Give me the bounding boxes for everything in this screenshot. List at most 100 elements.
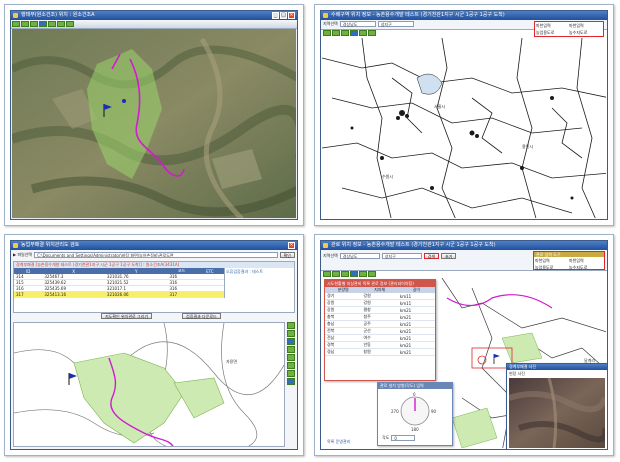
app-icon xyxy=(323,243,328,248)
list-item[interactable]: 전남 여수 km21 xyxy=(325,334,435,342)
list-item[interactable]: 경북 안동 km21 xyxy=(325,341,435,349)
angle-input[interactable]: 0 xyxy=(391,435,416,441)
list-cell: km21 xyxy=(397,327,435,335)
layer-tool-icon[interactable] xyxy=(287,362,295,369)
validation-result-label: 오류검증결과 : 테스트 xyxy=(224,268,294,298)
compass-dial[interactable]: 0 90 180 270 xyxy=(378,389,452,433)
window-title: 행태부(원소건조) 위치 : 원소건조A xyxy=(21,12,95,18)
select-tool-icon[interactable] xyxy=(350,271,358,277)
region-label: 지역선택 xyxy=(323,253,338,258)
province-select[interactable]: 경상남도 xyxy=(339,21,376,27)
legend-check-4[interactable]: 농수지도로 xyxy=(569,265,602,271)
confirm-button[interactable]: 확인 xyxy=(279,252,295,258)
layer-tool-icon[interactable] xyxy=(57,21,65,27)
province-select[interactable]: 경상남도 xyxy=(339,253,380,259)
zoom-out-tool-icon[interactable] xyxy=(287,330,295,337)
table-cell: 317 xyxy=(14,291,43,298)
list-item[interactable]: 경남 창원 km21 xyxy=(325,348,435,356)
select-tool-icon[interactable] xyxy=(350,30,358,36)
legend-check-1[interactable]: 마천입력 xyxy=(535,258,568,264)
flag-marker-icon xyxy=(68,373,77,385)
zoom-in-tool-icon[interactable] xyxy=(287,322,295,329)
list-cell: km21 xyxy=(397,313,435,321)
window-controls: × xyxy=(288,242,295,249)
window-title: 수배구역 위치 정보 - 농촌용수개발 테스트 (경기천관1지구 시군 1공구 … xyxy=(331,12,505,18)
list-cell: 안동 xyxy=(361,341,398,349)
zoom-out-tool-icon[interactable] xyxy=(332,30,340,36)
table-row-selected[interactable]: 317 325413.16 321026.06 317 xyxy=(14,291,224,298)
measure-tool-icon[interactable] xyxy=(359,30,367,36)
layer-check-2[interactable]: 마천입력 xyxy=(569,23,601,29)
minimize-button[interactable]: _ xyxy=(272,12,279,19)
list-item[interactable]: 강원 평창 km21 xyxy=(325,306,435,314)
district-select[interactable]: 성지구 xyxy=(381,253,422,259)
list-item[interactable]: 충북 청주 km21 xyxy=(325,313,435,321)
file-path-input[interactable]: C:\Documents and Settings\Administrator\… xyxy=(34,252,278,258)
pan-tool-icon[interactable] xyxy=(30,21,38,27)
footer-link[interactable]: 목록 운영관리 xyxy=(327,439,350,445)
pan-tool-icon[interactable] xyxy=(341,271,349,277)
layer-check-panel: 마천입력 마천입력 농업용도로 농수지도로 xyxy=(534,21,604,37)
layer-tool-icon[interactable] xyxy=(368,271,376,277)
zoom-in-tool-icon[interactable] xyxy=(12,21,20,27)
satellite-window: 행태부(원소건조) 위치 : 원소건조A _ □ × xyxy=(10,10,298,220)
close-button[interactable]: × xyxy=(288,242,295,249)
layer-check-1[interactable]: 마천입력 xyxy=(536,23,568,29)
map-tool-column xyxy=(287,322,295,385)
table-cell: 317 xyxy=(167,291,196,298)
select-tool-icon[interactable] xyxy=(287,346,295,353)
pan-tool-icon[interactable] xyxy=(287,338,295,345)
layer-tool-icon[interactable] xyxy=(368,30,376,36)
pipeline-map[interactable]: 자용면 xyxy=(13,322,285,447)
zoom-in-tool-icon[interactable] xyxy=(323,271,331,277)
legend-check-3[interactable]: 농업용도로 xyxy=(535,265,568,271)
pipeline-input-window: 관로 위치 정보 - 농촌용수개발 테스트 (경기천관1지구 시군 1공구 1공… xyxy=(320,240,608,450)
zoom-out-tool-icon[interactable] xyxy=(332,271,340,277)
layer-check-3[interactable]: 농업용도로 xyxy=(536,30,568,36)
map-tool-buttons xyxy=(323,30,376,36)
list-item[interactable]: 전북 군산 km21 xyxy=(325,327,435,335)
zoom-out-tool-icon[interactable] xyxy=(21,21,29,27)
flag-marker-icon xyxy=(493,354,500,364)
coordinate-table-panel: 경계부패결 [농촌용수개발 테스트 (경기천관1지구 시군 1공구 1공구 도착… xyxy=(13,261,295,313)
list-cell: km21 xyxy=(397,306,435,314)
list-item[interactable]: 충남 공주 km21 xyxy=(325,320,435,328)
print-tool-icon[interactable] xyxy=(287,370,295,377)
measure-tool-icon[interactable] xyxy=(48,21,56,27)
panel-pipeline-check: 농업부패결 위치관리도 검토 × ▶ 파일선택 C:\Documents and… xyxy=(4,234,304,456)
pan-tool-icon[interactable] xyxy=(341,30,349,36)
panel-satellite-view: 행태부(원소건조) 위치 : 원소건조A _ □ × xyxy=(4,4,304,226)
list-cell: km21 xyxy=(397,348,435,356)
select-tool-icon[interactable] xyxy=(39,21,47,27)
satellite-map[interactable] xyxy=(12,29,296,218)
maximize-button[interactable]: □ xyxy=(280,12,287,19)
list-cell: 경남 xyxy=(325,348,362,356)
list-item[interactable]: 강원 강원 km11 xyxy=(325,299,435,307)
measure-tool-icon[interactable] xyxy=(359,271,367,277)
search-button[interactable]: 검색 xyxy=(423,253,440,259)
draw-pipeline-button[interactable]: 지도확인 위치관로 그리기 xyxy=(101,313,153,319)
list-cell: 충남 xyxy=(325,320,362,328)
list-cell: 강원 xyxy=(325,306,362,314)
list-cell: km11 xyxy=(397,299,435,307)
layer-check-4[interactable]: 농수지도로 xyxy=(569,30,601,36)
app-icon xyxy=(13,13,18,18)
vector-map[interactable]: 서울시 용인시 수원시 xyxy=(322,38,606,218)
svg-text:수원시: 수원시 xyxy=(382,173,393,179)
reset-button[interactable]: 초기 xyxy=(441,253,457,259)
table-cell: 325413.16 xyxy=(42,291,105,298)
district-select[interactable]: 성지구 xyxy=(377,21,414,27)
list-cell: 강원 xyxy=(325,299,362,307)
list-cell: 전북 xyxy=(325,327,362,335)
compass-label-180: 180 xyxy=(411,427,419,432)
window-controls: _ □ × xyxy=(272,12,295,19)
measure-tool-icon[interactable] xyxy=(287,354,295,361)
refresh-tool-icon[interactable] xyxy=(287,378,295,385)
app-icon xyxy=(13,243,18,248)
download-result-button[interactable]: 검증결과 다운로드 xyxy=(182,313,221,319)
legend-check-2[interactable]: 마천입력 xyxy=(569,258,602,264)
close-button[interactable]: × xyxy=(288,12,295,19)
zoom-in-tool-icon[interactable] xyxy=(323,30,331,36)
print-tool-icon[interactable] xyxy=(66,21,74,27)
window-title: 관로 위치 정보 - 농촌용수개발 테스트 (경기천관1지구 시군 1공구 1공… xyxy=(331,242,496,248)
